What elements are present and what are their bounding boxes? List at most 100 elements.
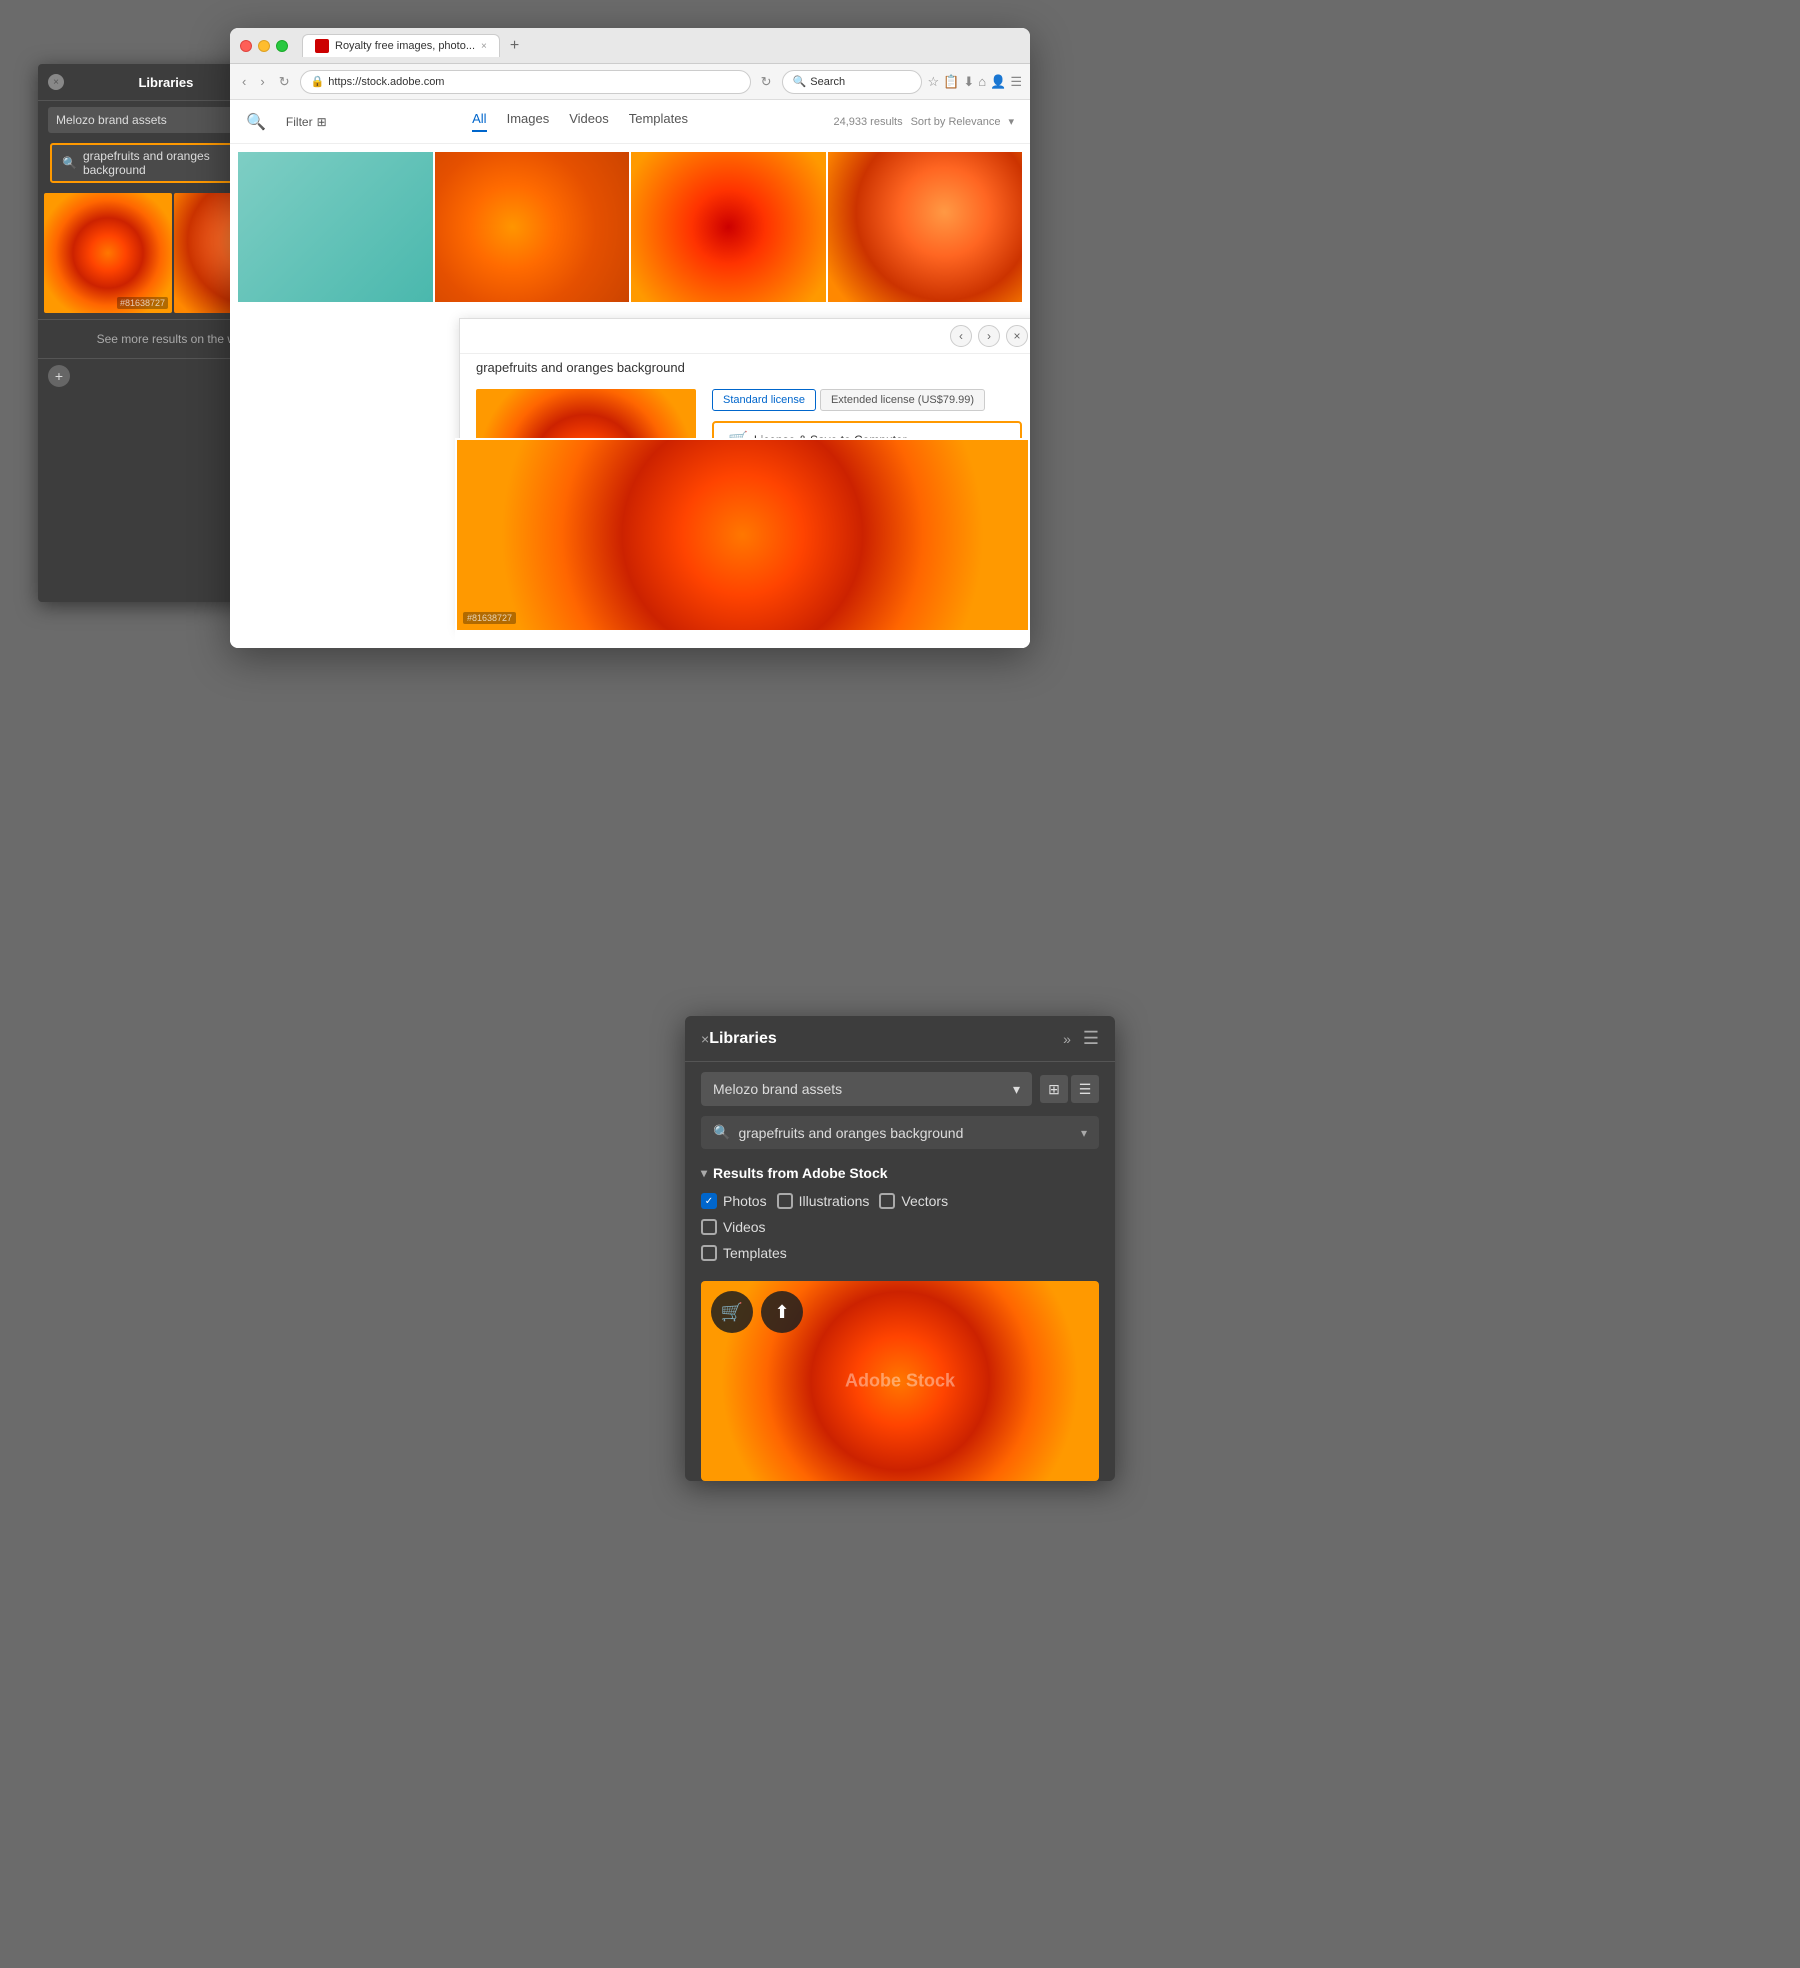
bookmark-icon[interactable]: ☆: [928, 74, 940, 90]
lpl-filters: Photos Illustrations Vectors Videos Temp…: [701, 1189, 1099, 1273]
lpl-collapse-button[interactable]: »: [1063, 1031, 1071, 1047]
browser-search-icon: 🔍: [793, 75, 807, 88]
lpl-image-actions: 🛒 ⬆: [711, 1291, 803, 1333]
library-dropdown[interactable]: Melozo brand assets ▾: [48, 107, 246, 133]
stock-content: 🔍 Filter ⊞ All Images Videos Templates 2…: [230, 100, 1030, 648]
lpl-search-text: grapefruits and oranges background: [738, 1125, 1073, 1141]
lpl-view-buttons: ⊞ ☰: [1040, 1075, 1099, 1103]
stock-search-icon[interactable]: 🔍: [246, 112, 266, 132]
lpl-upload-button[interactable]: ⬆: [761, 1291, 803, 1333]
tab-all[interactable]: All: [472, 111, 486, 132]
stock-image-3[interactable]: [631, 152, 826, 302]
stock-nav: 🔍 Filter ⊞ All Images Videos Templates 2…: [230, 100, 1030, 144]
refresh-button[interactable]: ↻: [275, 72, 294, 92]
illustrations-label: Illustrations: [799, 1193, 870, 1209]
home-icon[interactable]: ⌂: [978, 74, 986, 90]
lpl-results-section: ▾ Results from Adobe Stock Photos Illust…: [685, 1157, 1115, 1281]
tab-close-button[interactable]: ×: [481, 41, 487, 52]
menu-icon[interactable]: ☰: [1010, 74, 1022, 90]
thumb1-label: #81638727: [117, 297, 168, 309]
address-field[interactable]: 🔒 https://stock.adobe.com: [300, 70, 751, 94]
lpl-dropdown-value: Melozo brand assets: [713, 1081, 842, 1097]
filter-videos[interactable]: Videos: [701, 1219, 1099, 1235]
reload-button[interactable]: ↻: [757, 72, 776, 92]
person-icon[interactable]: 👤: [990, 74, 1006, 90]
detail-prev-button[interactable]: ‹: [950, 325, 972, 347]
minimize-window-button[interactable]: [258, 40, 270, 52]
templates-checkbox[interactable]: [701, 1245, 717, 1261]
filter-templates[interactable]: Templates: [701, 1245, 787, 1261]
add-button[interactable]: +: [48, 365, 70, 387]
stock-image-2[interactable]: [435, 152, 630, 302]
detail-nav: ‹ › ×: [460, 319, 1030, 354]
stock-results-info: 24,933 results Sort by Relevance ▾: [833, 115, 1014, 128]
tab-images[interactable]: Images: [507, 111, 550, 132]
download-icon[interactable]: ⬇: [963, 74, 974, 90]
panel-close-button[interactable]: ×: [48, 74, 64, 90]
detail-next-button[interactable]: ›: [978, 325, 1000, 347]
top-section: × Libraries » ☰ Melozo brand assets ▾ ⊞ …: [0, 0, 1800, 984]
new-tab-button[interactable]: +: [504, 37, 525, 55]
stock-image-1[interactable]: [238, 152, 433, 302]
lpl-results-header[interactable]: ▾ Results from Adobe Stock: [701, 1157, 1099, 1189]
tab-label: Royalty free images, photo...: [335, 40, 475, 52]
vectors-checkbox[interactable]: [879, 1193, 895, 1209]
templates-label: Templates: [723, 1245, 787, 1261]
videos-label: Videos: [723, 1219, 766, 1235]
standard-license-tab[interactable]: Standard license: [712, 389, 816, 411]
reading-list-icon[interactable]: 📋: [943, 74, 959, 90]
browser-search-text: Search: [810, 76, 845, 88]
browser-search-field[interactable]: 🔍 Search: [782, 70, 922, 94]
bottom-image-main[interactable]: #81638727: [457, 440, 1028, 630]
panel-title: Libraries: [138, 75, 193, 90]
tab-templates[interactable]: Templates: [629, 111, 688, 132]
search-icon: 🔍: [62, 156, 77, 170]
maximize-window-button[interactable]: [276, 40, 288, 52]
lpl-cart-button[interactable]: 🛒: [711, 1291, 753, 1333]
lpl-grid-view-button[interactable]: ⊞: [1040, 1075, 1068, 1103]
bottom-section: × Libraries » ☰ Melozo brand assets ▾ ⊞ …: [0, 984, 1800, 1968]
detail-close-button[interactable]: ×: [1006, 325, 1028, 347]
lpl-watermark: Adobe Stock: [845, 1371, 955, 1392]
lpl-menu-button[interactable]: ☰: [1083, 1028, 1099, 1049]
lpl-dropdown-row: Melozo brand assets ▾ ⊞ ☰: [685, 1062, 1115, 1116]
detail-title: grapefruits and oranges background: [460, 354, 1030, 381]
lpl-search-dropdown-button[interactable]: ▾: [1081, 1126, 1087, 1140]
filter-vectors[interactable]: Vectors: [879, 1193, 948, 1209]
lpl-results-title: Results from Adobe Stock: [713, 1165, 888, 1181]
bottom-image-id: #81638727: [463, 612, 516, 624]
back-button[interactable]: ‹: [238, 72, 250, 91]
browser-window: Royalty free images, photo... × + ‹ › ↻ …: [230, 28, 1030, 648]
photos-checkbox[interactable]: [701, 1193, 717, 1209]
close-window-button[interactable]: [240, 40, 252, 52]
thumbnail-1[interactable]: #81638727: [44, 193, 172, 313]
stock-tabs: All Images Videos Templates: [347, 111, 814, 132]
lpl-search-row: 🔍 grapefruits and oranges background ▾: [701, 1116, 1099, 1149]
photos-label: Photos: [723, 1193, 767, 1209]
videos-checkbox[interactable]: [701, 1219, 717, 1235]
lpl-title: Libraries: [709, 1030, 777, 1048]
lpl-titlebar: × Libraries » ☰: [685, 1016, 1115, 1062]
libraries-panel-large: × Libraries » ☰ Melozo brand assets ▾ ⊞ …: [685, 1016, 1115, 1481]
filter-photos[interactable]: Photos: [701, 1193, 767, 1209]
stock-images-grid: [230, 144, 1030, 304]
bottom-image-strip: #81638727: [455, 438, 1030, 648]
filter-button[interactable]: Filter ⊞: [286, 115, 327, 129]
illustrations-checkbox[interactable]: [777, 1193, 793, 1209]
lpl-list-view-button[interactable]: ☰: [1071, 1075, 1099, 1103]
lpl-close-button[interactable]: ×: [701, 1031, 709, 1047]
browser-titlebar: Royalty free images, photo... × +: [230, 28, 1030, 64]
lock-icon: 🔒: [311, 75, 325, 88]
license-tabs: Standard license Extended license (US$79…: [712, 389, 1022, 411]
lpl-results-chevron: ▾: [701, 1166, 707, 1180]
lpl-library-dropdown[interactable]: Melozo brand assets ▾: [701, 1072, 1032, 1106]
filter-illustrations[interactable]: Illustrations: [777, 1193, 870, 1209]
stock-image-4[interactable]: [828, 152, 1023, 302]
browser-tab[interactable]: Royalty free images, photo... ×: [302, 34, 500, 57]
browser-addressbar: ‹ › ↻ 🔒 https://stock.adobe.com ↻ 🔍 Sear…: [230, 64, 1030, 100]
extended-license-tab[interactable]: Extended license (US$79.99): [820, 389, 985, 411]
forward-button[interactable]: ›: [256, 72, 268, 91]
vectors-label: Vectors: [901, 1193, 948, 1209]
tab-videos[interactable]: Videos: [569, 111, 609, 132]
sort-label[interactable]: Sort by Relevance: [911, 116, 1001, 128]
